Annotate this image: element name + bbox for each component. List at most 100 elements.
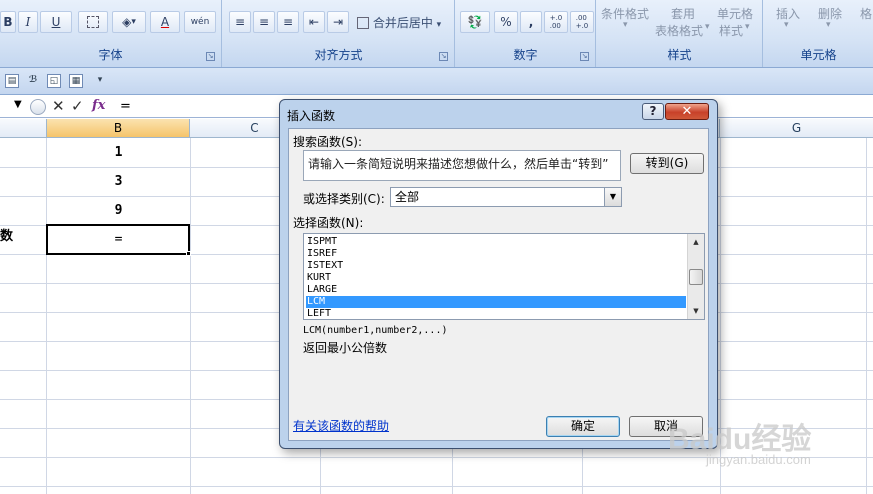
align-right-icon: ≡ bbox=[282, 15, 294, 29]
decrease-decimal-button[interactable]: .00 +.0 bbox=[570, 11, 594, 33]
cell-b-value[interactable]: 9 bbox=[47, 196, 190, 225]
list-item[interactable]: ISPMT bbox=[306, 236, 686, 248]
align-left-button[interactable]: ≡ bbox=[229, 11, 251, 33]
percent-button[interactable]: % bbox=[494, 11, 518, 33]
active-cell-border bbox=[46, 224, 190, 255]
enter-formula-icon[interactable]: ✓ bbox=[71, 97, 84, 115]
cell-b-value[interactable]: 3 bbox=[47, 167, 190, 196]
dialog-close-button[interactable]: ✕ bbox=[665, 103, 709, 120]
spelling-check-icon[interactable]: ℬ bbox=[26, 74, 40, 88]
decrease-indent-button[interactable]: ⇤ bbox=[303, 11, 325, 33]
align-center-button[interactable]: ≡ bbox=[253, 11, 275, 33]
merge-icon bbox=[357, 17, 369, 29]
comma-button[interactable]: , bbox=[520, 11, 542, 33]
formula-input[interactable]: = bbox=[120, 99, 131, 114]
alignment-dialog-launcher-icon[interactable]: ↘ bbox=[439, 52, 448, 61]
gridline-vertical bbox=[866, 138, 867, 494]
select-function-label: 选择函数(N): bbox=[293, 216, 364, 230]
number-dialog-launcher-icon[interactable]: ↘ bbox=[580, 52, 589, 61]
category-dropdown-icon[interactable]: ▼ bbox=[604, 188, 621, 206]
search-function-input[interactable]: 请输入一条简短说明来描述您想做什么，然后单击“转到” bbox=[303, 150, 621, 181]
format-cell-button[interactable]: 格 bbox=[860, 5, 872, 22]
cell-style-label-2[interactable]: 样式 bbox=[719, 22, 743, 39]
quick-access-toolbar: ▤ ℬ ◱ ▦ ▾ bbox=[0, 68, 873, 95]
scroll-up-icon[interactable]: ▲ bbox=[688, 234, 704, 250]
scroll-down-icon[interactable]: ▼ bbox=[688, 303, 704, 319]
cell-style-dropdown-icon: ▾ bbox=[745, 22, 750, 32]
name-box-dropdown-icon[interactable]: ▼ bbox=[14, 99, 22, 110]
list-item[interactable]: LEFT bbox=[306, 308, 686, 319]
alignment-group: ≡ ≡ ≡ ⇤ ⇥ 合并后居中 ▾ 对齐方式 ↘ bbox=[223, 0, 455, 67]
paint-bucket-icon: ◈ bbox=[122, 15, 132, 29]
phonetic-button[interactable]: wén bbox=[184, 11, 216, 33]
print-preview-icon[interactable]: ◱ bbox=[47, 74, 61, 88]
form-icon[interactable]: ▤ bbox=[5, 74, 19, 88]
ok-button[interactable]: 确定 bbox=[546, 416, 620, 437]
merge-center-label: 合并后居中 bbox=[372, 16, 433, 30]
increase-decimal-button[interactable]: +.0 .00 bbox=[544, 11, 568, 33]
insert-dropdown-icon: ▾ bbox=[784, 20, 789, 30]
font-color-icon: A bbox=[160, 15, 170, 29]
align-right-button[interactable]: ≡ bbox=[277, 11, 299, 33]
fill-color-button[interactable]: ◈ ▾ bbox=[112, 11, 146, 33]
font-color-button[interactable]: A bbox=[150, 11, 180, 33]
number-group: 💱 % , +.0 .00 .00 +.0 数字 ↘ bbox=[456, 0, 596, 67]
insert-function-dialog: 插入函数 ? ✕ 搜索函数(S): 请输入一条简短说明来描述您想做什么，然后单击… bbox=[279, 99, 718, 449]
merge-center-button[interactable]: 合并后居中 ▾ bbox=[357, 14, 441, 31]
cell-b-value[interactable]: 1 bbox=[47, 138, 190, 167]
font-dialog-launcher-icon[interactable]: ↘ bbox=[206, 52, 215, 61]
list-item[interactable]: ISTEXT bbox=[306, 260, 686, 272]
bold-button[interactable]: B bbox=[0, 11, 16, 33]
underline-button[interactable]: U bbox=[40, 11, 72, 33]
insert-function-icon[interactable]: fx bbox=[92, 98, 105, 113]
cell-style-label-1[interactable]: 单元格 bbox=[717, 5, 753, 22]
table-format-dropdown-icon: ▾ bbox=[705, 22, 710, 32]
cells-group-label: 单元格 bbox=[800, 48, 837, 62]
alignment-group-label: 对齐方式 bbox=[314, 48, 363, 62]
italic-button[interactable]: I bbox=[18, 11, 38, 33]
number-group-label: 数字 bbox=[513, 48, 538, 62]
dialog-title: 插入函数 bbox=[287, 109, 336, 123]
increase-indent-button[interactable]: ⇥ bbox=[327, 11, 349, 33]
function-list-scrollbar[interactable]: ▲ ▼ bbox=[687, 234, 704, 319]
table-format-label-1[interactable]: 套用 bbox=[671, 5, 695, 22]
styles-group-label: 样式 bbox=[667, 48, 692, 62]
currency-icon: 💱 bbox=[467, 15, 483, 29]
grid-icon[interactable]: ▦ bbox=[69, 74, 83, 88]
search-function-label: 搜索函数(S): bbox=[293, 135, 363, 149]
border-icon bbox=[87, 16, 99, 28]
cancel-formula-icon[interactable]: ✕ bbox=[52, 97, 65, 115]
formula-bar-circle-icon[interactable] bbox=[30, 99, 46, 115]
column-header-g[interactable]: G bbox=[720, 119, 873, 138]
list-item[interactable]: ISREF bbox=[306, 248, 686, 260]
styles-group: 条件格式 ▾ 套用 表格格式 ▾ 单元格 样式 ▾ 样式 bbox=[597, 0, 763, 67]
increase-indent-icon: ⇥ bbox=[332, 15, 344, 29]
scroll-thumb[interactable] bbox=[689, 269, 703, 285]
function-description: 返回最小公倍数 bbox=[303, 341, 388, 355]
font-group-label: 字体 bbox=[98, 48, 123, 62]
dialog-help-button[interactable]: ? bbox=[642, 103, 664, 120]
merge-dropdown-icon: ▾ bbox=[436, 20, 442, 30]
list-item[interactable]: LARGE bbox=[306, 284, 686, 296]
customize-toolbar-icon[interactable]: ▾ bbox=[93, 74, 107, 88]
dialog-body: 搜索函数(S): 请输入一条简短说明来描述您想做什么，然后单击“转到” 转到(G… bbox=[288, 128, 709, 441]
decrease-indent-icon: ⇤ bbox=[308, 15, 320, 29]
list-item-selected[interactable]: LCM bbox=[306, 296, 686, 308]
category-select[interactable]: 全部 ▼ bbox=[390, 187, 622, 207]
row-label-cell[interactable]: 数 bbox=[0, 225, 13, 244]
go-button[interactable]: 转到(G) bbox=[630, 153, 704, 174]
list-item[interactable]: KURT bbox=[306, 272, 686, 284]
category-selected-value: 全部 bbox=[395, 190, 420, 204]
function-syntax: LCM(number1,number2,...) bbox=[303, 325, 448, 336]
column-header-b[interactable]: B bbox=[47, 119, 190, 138]
ribbon: B I U ◈ ▾ A wén 字体 ↘ ≡ ≡ ≡ ⇤ ⇥ 合并后居中 ▾ 对… bbox=[0, 0, 873, 68]
column-header-blank[interactable] bbox=[0, 119, 47, 138]
border-button[interactable] bbox=[78, 11, 108, 33]
function-help-link[interactable]: 有关该函数的帮助 bbox=[293, 417, 389, 434]
currency-button[interactable]: 💱 bbox=[460, 11, 490, 33]
align-center-icon: ≡ bbox=[258, 15, 270, 29]
category-label: 或选择类别(C): bbox=[303, 192, 385, 206]
table-format-label-2[interactable]: 表格格式 bbox=[655, 22, 703, 39]
function-listbox[interactable]: ISPMT ISREF ISTEXT KURT LARGE LCM LEFT ▲… bbox=[303, 233, 705, 320]
fill-handle[interactable] bbox=[186, 251, 191, 256]
